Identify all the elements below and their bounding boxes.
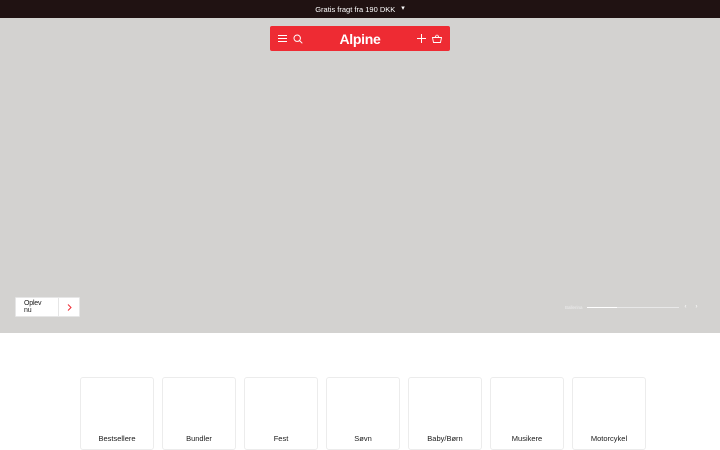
category-label: Baby/Børn (427, 434, 463, 443)
category-list: Bestsellere Bundler Fest Søvn Baby/Børn … (80, 377, 646, 450)
main-header: Alpine (270, 26, 450, 51)
slide-label: Ballerina (565, 304, 583, 310)
category-label: Musikere (511, 434, 543, 443)
category-label: Søvn (354, 434, 372, 443)
hero-banner (0, 18, 720, 333)
category-label: Bundler (186, 434, 212, 443)
category-label: Bestsellere (98, 434, 136, 443)
hero-cta-label[interactable]: Oplev nu (16, 298, 59, 316)
hero-cta[interactable]: Oplev nu (15, 297, 80, 317)
announcement-text: Gratis fragt fra 190 DKK (315, 4, 396, 14)
slide-progress-track[interactable] (586, 306, 679, 308)
chevron-right-icon[interactable] (59, 298, 79, 316)
category-label: Fest (273, 434, 289, 443)
site-logo[interactable]: Alpine (308, 31, 412, 47)
category-card[interactable]: Baby/Børn (408, 377, 482, 450)
category-card[interactable]: Fest (244, 377, 318, 450)
basket-icon[interactable] (432, 34, 442, 43)
hero-slider-controls: Ballerina ‹ › (565, 303, 698, 311)
slide-progress-fill (586, 306, 617, 308)
next-slide-icon[interactable]: › (696, 304, 698, 310)
search-icon[interactable] (293, 33, 303, 44)
category-card[interactable]: Musikere (490, 377, 564, 450)
category-label: Motorcykel (590, 434, 628, 443)
announcement-bar[interactable]: Gratis fragt fra 190 DKK ▾ (0, 0, 720, 18)
category-card[interactable]: Bestsellere (80, 377, 154, 450)
menu-icon[interactable] (278, 34, 287, 43)
category-card[interactable]: Bundler (162, 377, 236, 450)
category-card[interactable]: Motorcykel (572, 377, 646, 450)
add-icon[interactable] (417, 34, 426, 43)
category-card[interactable]: Søvn (326, 377, 400, 450)
chevron-down-icon[interactable]: ▾ (401, 5, 405, 12)
prev-slide-icon[interactable]: ‹ (685, 304, 687, 310)
